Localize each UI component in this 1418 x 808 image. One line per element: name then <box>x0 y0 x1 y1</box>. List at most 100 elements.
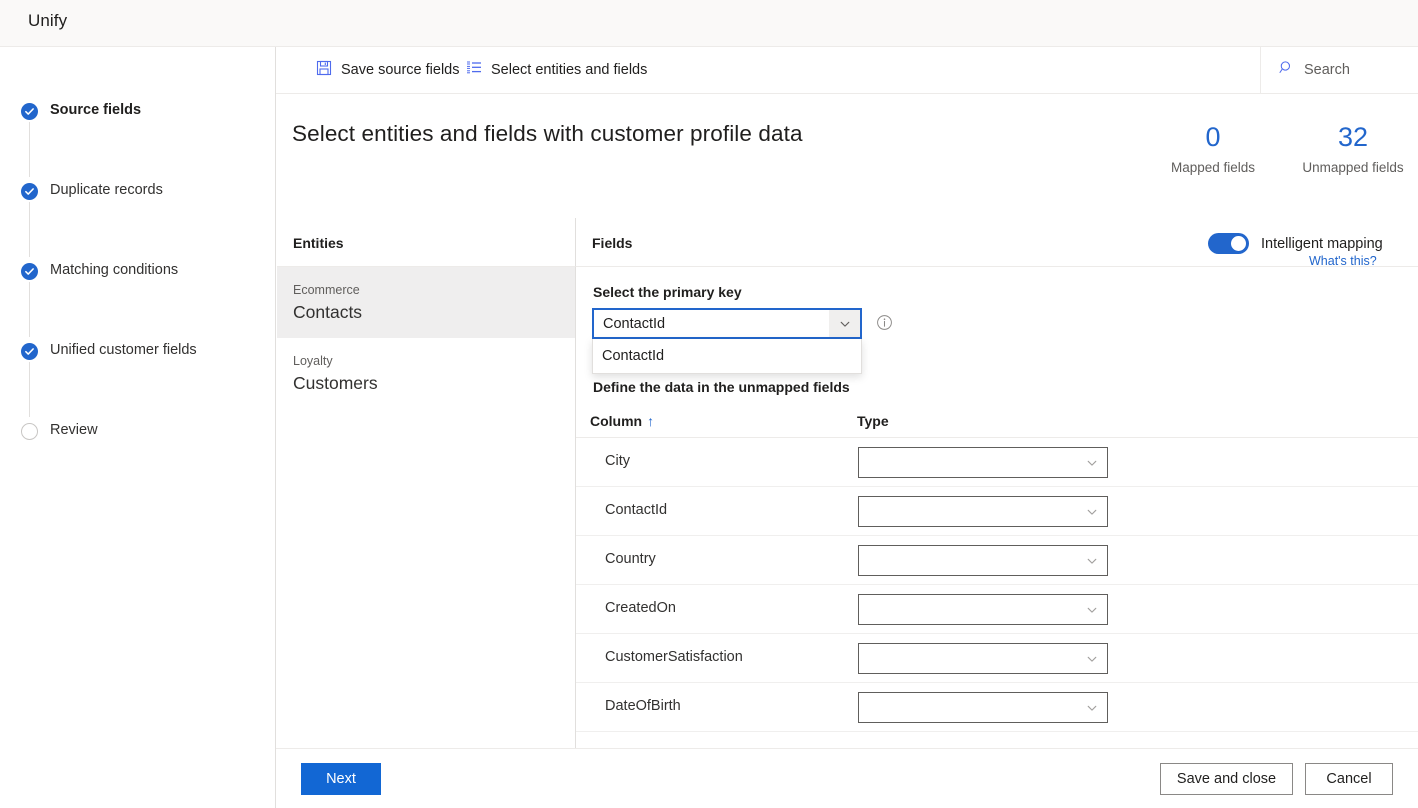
save-source-fields-button[interactable]: Save source fields <box>308 47 467 93</box>
toggle-knob <box>1231 236 1246 251</box>
wizard-step-label: Matching conditions <box>50 262 179 278</box>
column-header-label: Column <box>590 413 643 429</box>
wizard-step-label: Duplicate records <box>50 182 163 198</box>
chevron-down-icon <box>1086 505 1098 523</box>
row-column-name: DateOfBirth <box>605 698 681 714</box>
entity-item-contacts[interactable]: Ecommerce Contacts <box>277 267 575 338</box>
select-entities-and-fields-button[interactable]: Select entities and fields <box>458 47 655 93</box>
check-circle-icon <box>21 183 38 200</box>
chevron-down-icon <box>1086 603 1098 621</box>
step-connector <box>29 122 30 177</box>
intelligent-mapping-label: Intelligent mapping <box>1261 235 1383 252</box>
row-type-dropdown[interactable] <box>858 447 1108 478</box>
row-type-dropdown[interactable] <box>858 496 1108 527</box>
wizard-step-list: Source fields Duplicate records Matching… <box>0 97 276 497</box>
wizard-step-matching-conditions[interactable]: Matching conditions <box>0 257 276 337</box>
check-circle-icon <box>21 103 38 120</box>
intelligent-mapping-control: Intelligent mapping <box>1208 233 1383 254</box>
wizard-step-label: Review <box>50 422 98 438</box>
fields-panel-header: Fields Intelligent mapping What's this? <box>576 218 1418 268</box>
save-source-fields-label: Save source fields <box>341 62 460 78</box>
row-column-name: City <box>605 453 630 469</box>
column-header-type[interactable]: Type <box>857 413 889 429</box>
row-type-dropdown[interactable] <box>858 692 1108 723</box>
search-placeholder: Search <box>1304 62 1350 78</box>
command-bar: Save source fields Select entities and f… <box>276 47 1418 94</box>
primary-key-combobox[interactable]: ContactId <box>592 308 862 339</box>
save-and-close-button[interactable]: Save and close <box>1160 763 1293 795</box>
fields-header-label: Fields <box>592 235 633 251</box>
table-row: Country <box>576 536 1418 585</box>
wizard-step-unified-customer-fields[interactable]: Unified customer fields <box>0 337 276 417</box>
table-row: ContactId <box>576 487 1418 536</box>
entities-panel-header: Entities <box>277 218 576 267</box>
wizard-sidebar: Source fields Duplicate records Matching… <box>0 47 276 808</box>
search-icon <box>1279 60 1294 80</box>
primary-key-dropdown-list: ContactId <box>592 339 862 374</box>
unmapped-fields-stat: 32 Unmapped fields <box>1283 120 1418 175</box>
primary-key-value: ContactId <box>603 315 666 332</box>
footer-action-bar: Next Save and close Cancel <box>276 748 1418 808</box>
step-connector <box>29 362 30 417</box>
mapped-fields-caption: Mapped fields <box>1170 160 1256 175</box>
row-column-name: Country <box>605 551 656 567</box>
unify-app-window: Unify Source fields Duplicate records Ma… <box>0 0 1418 808</box>
table-row: CustomerSatisfaction <box>576 634 1418 683</box>
primary-key-label: Select the primary key <box>593 284 742 300</box>
page-header: Select entities and fields with customer… <box>276 94 1418 218</box>
app-title: Unify <box>28 11 68 30</box>
wizard-step-label: Source fields <box>50 102 142 118</box>
mapped-fields-stat: 0 Mapped fields <box>1143 120 1283 175</box>
select-entities-and-fields-label: Select entities and fields <box>491 62 648 78</box>
info-circle-icon[interactable] <box>876 314 893 331</box>
chevron-down-icon <box>1086 554 1098 572</box>
empty-circle-icon <box>21 423 38 440</box>
unmapped-fields-caption: Unmapped fields <box>1302 160 1404 175</box>
intelligent-mapping-toggle[interactable] <box>1208 233 1249 254</box>
chevron-down-icon <box>1086 652 1098 670</box>
fields-table: Column ↑ Type City ContactId Country Cre… <box>576 406 1418 732</box>
row-column-name: ContactId <box>605 502 668 518</box>
define-unmapped-fields-label: Define the data in the unmapped fields <box>593 379 850 395</box>
table-row: CreatedOn <box>576 585 1418 634</box>
row-column-name: CreatedOn <box>605 600 676 616</box>
table-row: City <box>576 438 1418 487</box>
search-input[interactable]: Search <box>1260 47 1418 93</box>
step-connector <box>29 202 30 257</box>
wizard-step-review[interactable]: Review <box>0 417 276 497</box>
wizard-step-label: Unified customer fields <box>50 342 197 358</box>
step-connector <box>29 282 30 337</box>
entity-source: Ecommerce <box>293 283 360 297</box>
check-circle-icon <box>21 343 38 360</box>
wizard-step-duplicate-records[interactable]: Duplicate records <box>0 177 276 257</box>
page-title: Select entities and fields with customer… <box>292 121 803 146</box>
column-header-column[interactable]: Column ↑ <box>590 413 654 429</box>
entities-header-label: Entities <box>293 235 344 251</box>
entities-list: Ecommerce Contacts Loyalty Customers <box>277 267 576 748</box>
chevron-down-icon[interactable] <box>829 310 860 337</box>
entity-name: Customers <box>293 373 378 393</box>
entity-item-customers[interactable]: Loyalty Customers <box>277 338 575 409</box>
chevron-down-icon <box>1086 456 1098 474</box>
cancel-button[interactable]: Cancel <box>1305 763 1393 795</box>
mapped-fields-count: 0 <box>1205 122 1221 152</box>
unmapped-fields-count: 32 <box>1337 122 1369 152</box>
next-button[interactable]: Next <box>301 763 381 795</box>
row-type-dropdown[interactable] <box>858 643 1108 674</box>
sort-ascending-icon: ↑ <box>647 413 655 429</box>
row-column-name: CustomerSatisfaction <box>605 649 743 665</box>
chevron-down-icon <box>1086 701 1098 719</box>
entity-name: Contacts <box>293 302 363 322</box>
row-type-dropdown[interactable] <box>858 594 1108 625</box>
save-floppy-icon <box>316 60 332 81</box>
whats-this-link[interactable]: What's this? <box>1309 254 1377 268</box>
numbered-list-icon <box>466 60 482 81</box>
entity-source: Loyalty <box>293 354 333 368</box>
check-circle-icon <box>21 263 38 280</box>
wizard-step-source-fields[interactable]: Source fields <box>0 97 276 177</box>
fields-pane: Select the primary key ContactId Contact… <box>576 267 1418 748</box>
table-row: DateOfBirth <box>576 683 1418 732</box>
row-type-dropdown[interactable] <box>858 545 1108 576</box>
primary-key-option[interactable]: ContactId <box>593 339 861 373</box>
table-header-row: Column ↑ Type <box>576 406 1418 438</box>
